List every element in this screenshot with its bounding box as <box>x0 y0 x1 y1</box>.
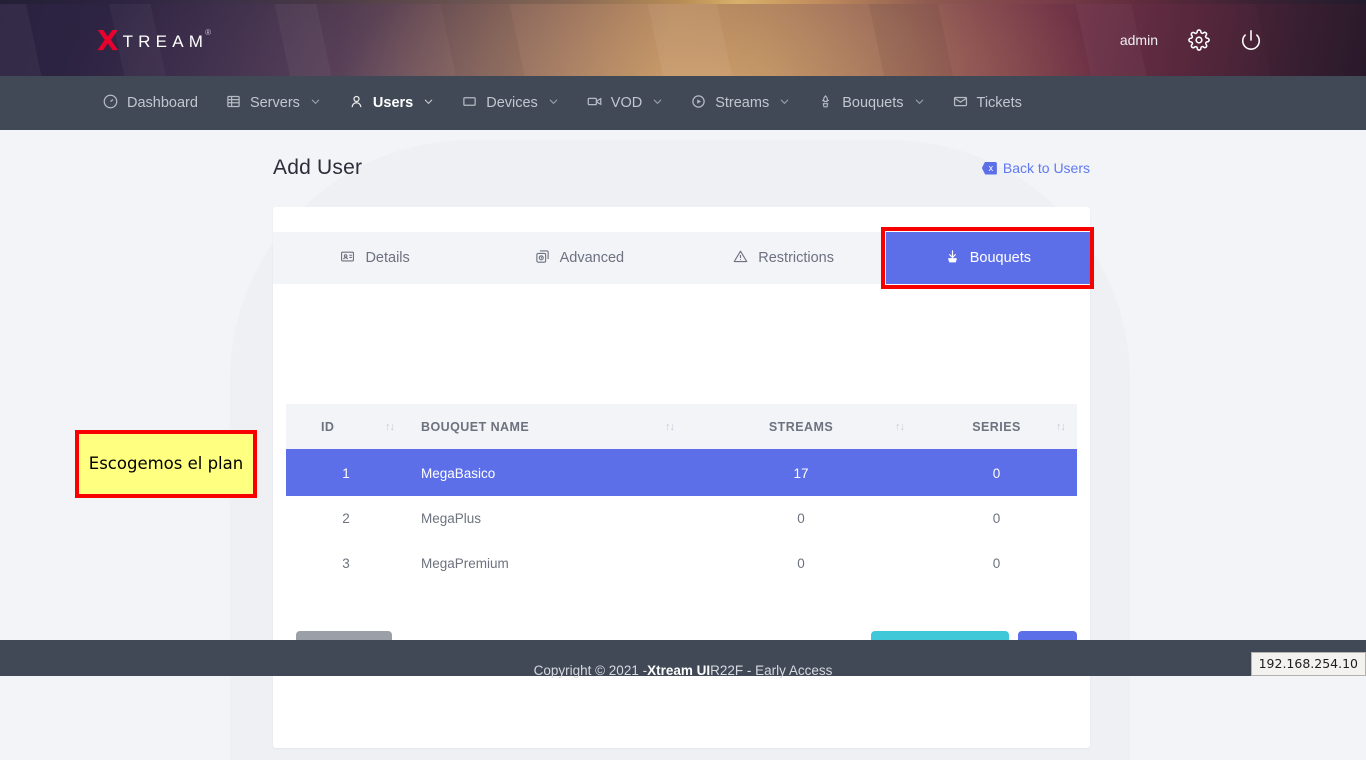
device-icon <box>462 94 477 113</box>
power-icon[interactable] <box>1240 29 1262 51</box>
header-actions: admin <box>1120 4 1262 76</box>
tab-bar: Details Advanced Restrictions Bouquets <box>273 232 1090 284</box>
tab-label: Restrictions <box>758 250 834 266</box>
brand-logo[interactable]: X TREAM ® <box>97 27 211 55</box>
sort-icon[interactable]: ↑↓ <box>1056 421 1077 433</box>
chevron-down-icon <box>652 96 663 110</box>
table-row[interactable]: 3 MegaPremium 0 0 <box>286 541 1077 586</box>
tab-restrictions[interactable]: Restrictions <box>682 232 886 284</box>
sort-icon[interactable]: ↑↓ <box>385 421 406 433</box>
nav-item-tickets[interactable]: Tickets <box>939 76 1036 130</box>
tab-label: Bouquets <box>970 250 1031 266</box>
app-header: X TREAM ® admin <box>0 4 1366 76</box>
logo-x-mark: X <box>97 27 119 55</box>
nav-item-streams[interactable]: Streams <box>677 76 804 130</box>
column-label: STREAMS <box>769 420 833 434</box>
id-card-icon <box>340 249 355 268</box>
cell-id: 1 <box>286 466 406 481</box>
nav-label: Dashboard <box>127 95 198 111</box>
nav-item-bouquets[interactable]: Bouquets <box>804 76 938 130</box>
nav-label: Servers <box>250 95 300 111</box>
annotation-text: Escogemos el plan <box>89 453 243 474</box>
cell-bouquet-name: MegaBasico <box>406 466 686 481</box>
main-navigation: Dashboard Servers Users Devices <box>0 76 1366 130</box>
clock-copy-icon <box>535 249 550 268</box>
cell-streams: 0 <box>686 556 916 571</box>
nav-item-dashboard[interactable]: Dashboard <box>89 76 212 130</box>
sort-icon[interactable]: ↑↓ <box>665 421 686 433</box>
column-header-id[interactable]: ID ↑↓ <box>286 420 406 434</box>
cell-id: 3 <box>286 556 406 571</box>
cell-series: 0 <box>916 466 1077 481</box>
cell-series: 0 <box>916 511 1077 526</box>
nav-label: Devices <box>486 95 538 111</box>
mail-icon <box>953 94 968 113</box>
table-row[interactable]: 2 MegaPlus 0 0 <box>286 496 1077 541</box>
nav-label: Bouquets <box>842 95 903 111</box>
cell-id: 2 <box>286 511 406 526</box>
column-header-streams[interactable]: STREAMS ↑↓ <box>686 420 916 434</box>
chevron-down-icon <box>548 96 559 110</box>
footer-brand: Xtream UI <box>647 663 710 678</box>
tab-details[interactable]: Details <box>273 232 477 284</box>
nav-item-servers[interactable]: Servers <box>212 76 335 130</box>
tab-label: Advanced <box>560 250 625 266</box>
page-header: Add User x Back to Users <box>273 156 1090 180</box>
cell-series: 0 <box>916 556 1077 571</box>
annotation-callout: Escogemos el plan <box>75 430 257 498</box>
user-icon <box>349 94 364 113</box>
chevron-down-icon <box>423 96 434 110</box>
current-user-label[interactable]: admin <box>1120 32 1158 48</box>
nav-label: VOD <box>611 95 642 111</box>
nav-item-vod[interactable]: VOD <box>573 76 677 130</box>
bouquet-download-icon <box>945 249 960 268</box>
logo-wordmark: TREAM <box>123 33 209 50</box>
nav-item-devices[interactable]: Devices <box>448 76 573 130</box>
gear-icon[interactable] <box>1188 29 1210 51</box>
chevron-down-icon <box>310 96 321 110</box>
tab-label: Details <box>365 250 409 266</box>
back-link-label: Back to Users <box>1003 160 1090 176</box>
video-icon <box>587 94 602 113</box>
play-circle-icon <box>691 94 706 113</box>
table-row[interactable]: 1 MegaBasico 17 0 <box>286 451 1077 496</box>
content-area: Add User x Back to Users Details Advance… <box>0 130 1366 640</box>
footer-copyright-prefix: Copyright © 2021 - <box>534 663 648 678</box>
cell-streams: 0 <box>686 511 916 526</box>
nav-label: Tickets <box>977 95 1022 111</box>
nav-item-users[interactable]: Users <box>335 76 448 130</box>
servers-icon <box>226 94 241 113</box>
chevron-down-icon <box>779 96 790 110</box>
cell-streams: 17 <box>686 466 916 481</box>
tab-advanced[interactable]: Advanced <box>477 232 681 284</box>
sort-icon[interactable]: ↑↓ <box>895 421 916 433</box>
nav-label: Streams <box>715 95 769 111</box>
column-label: ID <box>321 420 334 434</box>
bouquets-table: ID ↑↓ BOUQUET NAME ↑↓ STREAMS ↑↓ SERIES … <box>286 404 1077 586</box>
back-arrow-icon: x <box>982 162 997 175</box>
column-header-series[interactable]: SERIES ↑↓ <box>916 420 1077 434</box>
warning-triangle-icon <box>733 249 748 268</box>
cell-bouquet-name: MegaPremium <box>406 556 686 571</box>
column-label: SERIES <box>972 420 1021 434</box>
page-title: Add User <box>273 156 362 180</box>
tab-bouquets[interactable]: Bouquets <box>886 232 1090 284</box>
table-header-row: ID ↑↓ BOUQUET NAME ↑↓ STREAMS ↑↓ SERIES … <box>286 404 1077 451</box>
dashboard-icon <box>103 94 118 113</box>
app-footer: Copyright © 2021 - Xtream UI R22F - Earl… <box>0 640 1366 676</box>
chevron-down-icon <box>914 96 925 110</box>
back-to-users-link[interactable]: x Back to Users <box>982 160 1090 176</box>
bouquet-icon <box>818 94 833 113</box>
status-bar-ip-tooltip: 192.168.254.10 <box>1251 652 1366 676</box>
column-label: BOUQUET NAME <box>421 420 529 434</box>
cell-bouquet-name: MegaPlus <box>406 511 686 526</box>
logo-trademark: ® <box>205 28 211 37</box>
column-header-bouquet-name[interactable]: BOUQUET NAME ↑↓ <box>406 420 686 434</box>
footer-copyright-suffix: R22F - Early Access <box>710 663 832 678</box>
nav-label: Users <box>373 95 413 111</box>
